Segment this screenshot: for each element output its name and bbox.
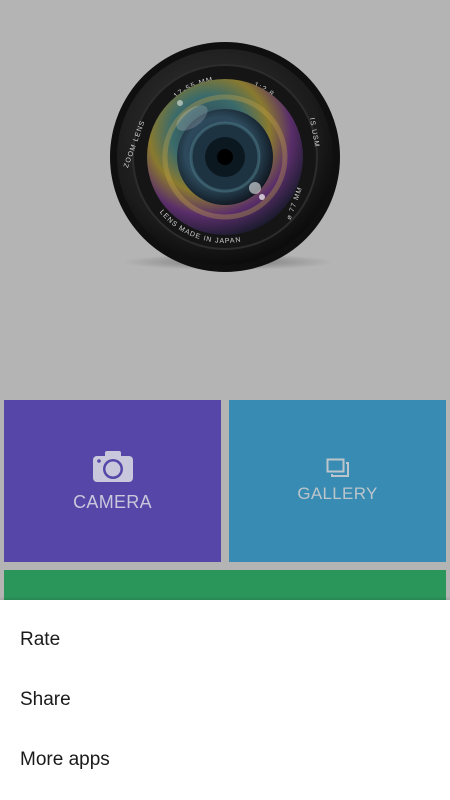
options-bottom-sheet: Rate Share More apps bbox=[0, 600, 450, 800]
camera-lens-graphic: 17-55 MM 1:2.8 ZOOM LENS IS USM ⌀ 77 MM … bbox=[0, 0, 450, 395]
gallery-tile-label: GALLERY bbox=[297, 484, 378, 503]
menu-item-share[interactable]: Share bbox=[0, 670, 450, 730]
menu-item-more-apps[interactable]: More apps bbox=[0, 730, 450, 790]
menu-item-rate[interactable]: Rate bbox=[0, 610, 450, 670]
gallery-icon bbox=[326, 458, 349, 477]
gallery-tile-button[interactable]: GALLERY bbox=[229, 400, 446, 562]
camera-tile-label: CAMERA bbox=[73, 491, 152, 512]
camera-tile-button[interactable]: CAMERA bbox=[4, 400, 221, 562]
lens-aperture-center bbox=[217, 149, 233, 165]
camera-icon bbox=[92, 450, 133, 482]
